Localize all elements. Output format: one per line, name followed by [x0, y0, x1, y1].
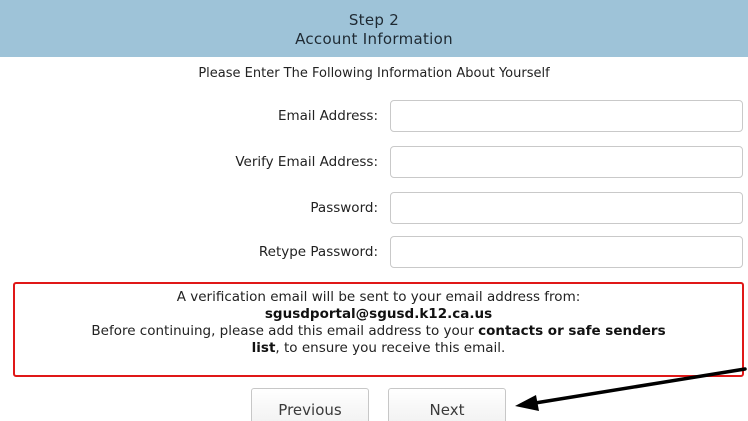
verify-email-row: Verify Email Address: [0, 146, 748, 178]
email-label: Email Address: [277, 108, 378, 124]
notice-ending-line: list, to ensure you receive this email. [15, 340, 742, 357]
email-row: Email Address: [0, 100, 748, 132]
arrow-icon [515, 367, 747, 411]
verify-email-label: Verify Email Address: [235, 154, 378, 170]
retype-password-field[interactable] [390, 236, 743, 268]
form-instructions: Please Enter The Following Information A… [198, 66, 550, 81]
retype-password-row: Retype Password: [0, 236, 748, 268]
notice-intro-text: A verification email will be sent to you… [176, 289, 581, 305]
password-row: Password: [0, 192, 748, 224]
password-label: Password: [310, 200, 378, 216]
notice-instruction-text: Before continuing, please add this email… [91, 323, 479, 339]
notice-sender-line: sgusdportal@sgusd.k12.ca.us [15, 306, 742, 323]
notice-instruction-line: Before continuing, please add this email… [15, 323, 742, 340]
step-header: Step 2 Account Information [0, 0, 748, 57]
verify-email-field[interactable] [390, 146, 743, 178]
sender-email-address: sgusdportal@sgusd.k12.ca.us [264, 306, 493, 322]
password-field[interactable] [390, 192, 743, 224]
email-field[interactable] [390, 100, 743, 132]
notice-list-emphasis: list [251, 340, 276, 356]
next-button[interactable]: Next [388, 388, 506, 421]
step-title: Account Information [295, 30, 453, 48]
notice-contacts-emphasis: contacts or safe senders [478, 323, 666, 339]
account-information-page: Step 2 Account Information Please Enter … [0, 0, 748, 421]
notice-ending-text: , to ensure you receive this email. [275, 340, 506, 356]
step-number: Step 2 [348, 11, 400, 29]
previous-button[interactable]: Previous [251, 388, 369, 421]
retype-password-label: Retype Password: [258, 244, 378, 260]
